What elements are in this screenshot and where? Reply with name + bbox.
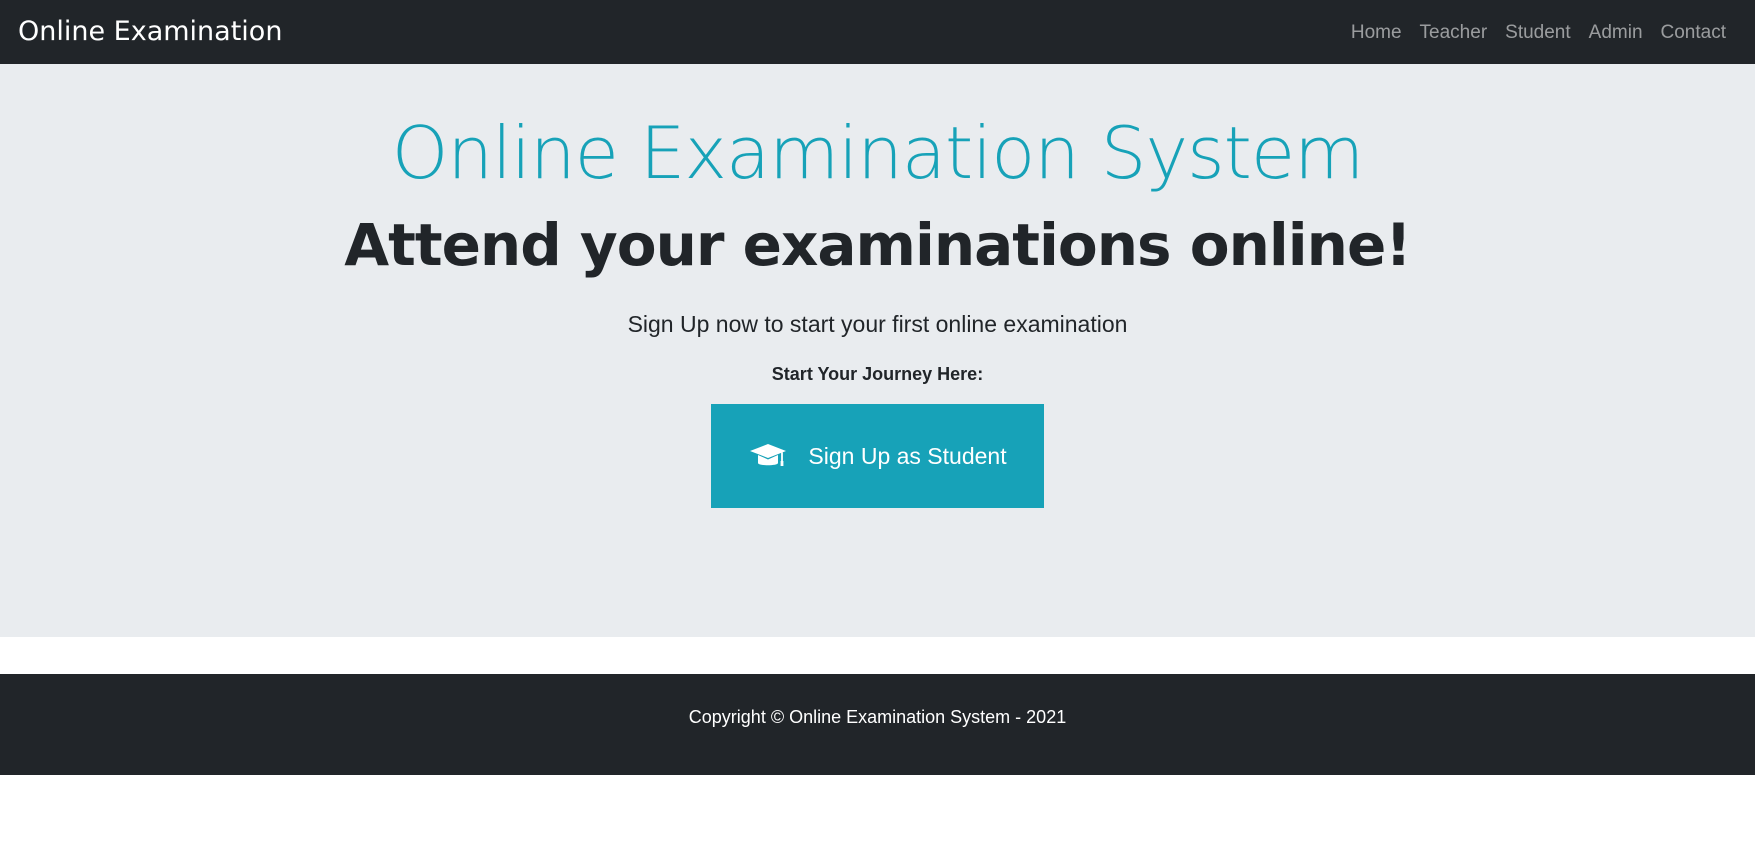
- hero-section: Online Examination System Attend your ex…: [0, 64, 1755, 637]
- graduation-cap-icon: [748, 440, 788, 472]
- journey-label: Start Your Journey Here:: [771, 364, 984, 384]
- nav-link-home[interactable]: Home: [1342, 20, 1411, 46]
- footer: Copyright © Online Examination System - …: [0, 674, 1755, 775]
- nav-link-admin[interactable]: Admin: [1580, 20, 1652, 46]
- hero-lead-text: Sign Up now to start your first online e…: [627, 311, 1128, 337]
- signup-button-label: Sign Up as Student: [808, 442, 1007, 469]
- copyright-text: Copyright © Online Examination System - …: [688, 707, 1067, 727]
- nav-link-teacher[interactable]: Teacher: [1411, 20, 1497, 46]
- nav-links: Home Teacher Student Admin Contact: [1342, 20, 1735, 46]
- hero-title: Online Examination System: [391, 111, 1365, 195]
- nav-link-contact[interactable]: Contact: [1652, 20, 1735, 46]
- navbar: Online Examination Home Teacher Student …: [0, 0, 1755, 64]
- nav-link-student[interactable]: Student: [1496, 20, 1580, 46]
- brand-link[interactable]: Online Examination: [18, 15, 282, 49]
- signup-student-button[interactable]: Sign Up as Student: [711, 404, 1044, 508]
- hero-subtitle: Attend your examinations online!: [344, 211, 1412, 279]
